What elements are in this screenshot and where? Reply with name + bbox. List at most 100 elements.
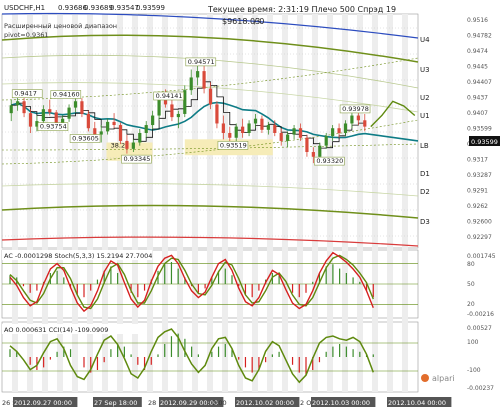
price-axis-layer: 0.9516 0.94782 0.9474 0.9445 0.94407 0.9437 0.… <box>440 14 500 392</box>
candle-body <box>163 99 168 105</box>
price-tick: 0.93599 <box>467 126 492 133</box>
session-stripe <box>87 14 93 392</box>
level-label: U4 <box>420 36 430 44</box>
session-stripe <box>162 14 168 392</box>
candle-body <box>73 101 78 108</box>
candle-body <box>350 115 354 124</box>
candle-body <box>28 113 33 127</box>
osc2-tick: -100 <box>467 367 481 374</box>
price-tick: 0.9516 <box>467 17 488 24</box>
price-label-text: 0.93605 <box>72 135 99 143</box>
candle-body <box>86 113 90 129</box>
candle-body <box>41 109 45 122</box>
osc1-tick: 50 <box>467 281 475 288</box>
level-label: D2 <box>420 188 430 196</box>
session-stripe <box>27 14 33 392</box>
status-line: Текущее время: 2:31:19 Плечо 500 Спрэд 1… <box>207 5 396 14</box>
alpari-logo: alpari <box>421 374 455 383</box>
level-label: LB <box>420 142 429 150</box>
candle-body <box>215 104 219 124</box>
price-tick: 0.9474 <box>467 48 488 55</box>
candle-body <box>247 123 251 133</box>
candle-body <box>157 99 161 116</box>
price-tick: 0.92600 <box>467 219 492 226</box>
session-stripe <box>387 14 393 392</box>
session-stripe <box>12 14 18 392</box>
session-stripe <box>42 14 48 392</box>
ao-cci-caption: AO 0.000631 CCI(14) -109.0909 <box>4 326 108 334</box>
price-tick: 0.9291 <box>467 188 488 195</box>
candle-body <box>234 126 238 138</box>
session-stripe <box>72 14 78 392</box>
price-label-text: 0.93519 <box>220 141 247 149</box>
symbol-timeframe: USDCHF,H1 <box>4 4 45 12</box>
candle-body <box>144 125 148 133</box>
price-tick: 0.9407 <box>467 110 488 117</box>
candle-body <box>202 71 206 89</box>
session-stripe <box>237 14 243 392</box>
trading-chart: 0.9417 0.94160 0.93754 0.93605 38.2 0.93345 0.… <box>0 0 500 408</box>
candle-body <box>343 123 348 133</box>
candle-body <box>305 137 309 153</box>
candle-body <box>253 118 258 124</box>
session-stripe <box>192 14 198 392</box>
time-label: 2012.09.27 00:00 <box>14 399 72 407</box>
candle-body <box>279 132 283 141</box>
candle-body <box>9 105 13 114</box>
candle-body <box>16 101 20 106</box>
current-price-text: 0.93599 <box>471 138 498 146</box>
candle-body <box>189 77 193 91</box>
candle-body <box>228 132 232 138</box>
session-stripe <box>327 14 333 392</box>
session-stripe <box>207 14 213 392</box>
time-label: 2 O <box>300 399 311 407</box>
candle-body <box>151 115 155 126</box>
price-tick: 0.94407 <box>467 79 492 86</box>
candle-body <box>125 140 129 149</box>
osc2-tick: 100 <box>467 339 479 346</box>
candle-body <box>324 136 328 146</box>
price-tick: 0.94782 <box>467 33 492 40</box>
candle-body <box>356 115 360 121</box>
level-label: D3 <box>420 218 430 226</box>
candle-body <box>298 128 303 138</box>
session-stripe <box>102 14 108 392</box>
candle-body <box>106 121 110 132</box>
candle-body <box>138 132 142 143</box>
candle-body <box>112 121 116 126</box>
candle-body <box>48 109 52 113</box>
price-label-text: 0.93320 <box>316 157 343 165</box>
time-label: 2012.10.03 00:00 <box>312 399 370 407</box>
candle-body <box>363 120 367 127</box>
session-stripe <box>147 14 153 392</box>
price-tick: 0.9445 <box>467 64 488 71</box>
price-label-text: 0.9417 <box>14 90 37 98</box>
candle-body <box>318 145 322 157</box>
candle-body <box>99 131 103 135</box>
session-stripe <box>252 14 258 392</box>
level-label: U2 <box>420 94 430 102</box>
session-stripe <box>357 14 363 392</box>
session-stripe <box>222 14 228 392</box>
indicator-subtitle: Расширенный ценовой диапазон <box>4 22 117 30</box>
session-stripe <box>57 14 63 392</box>
price-tick: 0.9262 <box>467 203 488 210</box>
session-stripe <box>372 14 378 392</box>
price-label-text: 0.93345 <box>124 155 151 163</box>
osc1-tick: -0.00216 <box>467 311 494 318</box>
candle-body <box>331 128 335 137</box>
price-tick: 0.93287 <box>467 172 492 179</box>
price-label-text: 0.93978 <box>342 105 369 113</box>
session-stripe <box>132 14 138 392</box>
price-tick: 0.9317 <box>467 157 488 164</box>
candle-body <box>208 88 213 105</box>
counter-value: / 0 <box>254 17 264 26</box>
osc1-tick: 20 <box>467 301 475 308</box>
pivot-label: pivot=0.9361 <box>4 31 49 39</box>
time-label: 27 Sep 18:00 <box>94 399 137 407</box>
session-stripe <box>267 14 273 392</box>
osc2-tick: -0.00237 <box>467 385 494 392</box>
level-label: U1 <box>420 112 430 120</box>
candle-body <box>241 126 245 133</box>
candle-body <box>22 101 26 114</box>
